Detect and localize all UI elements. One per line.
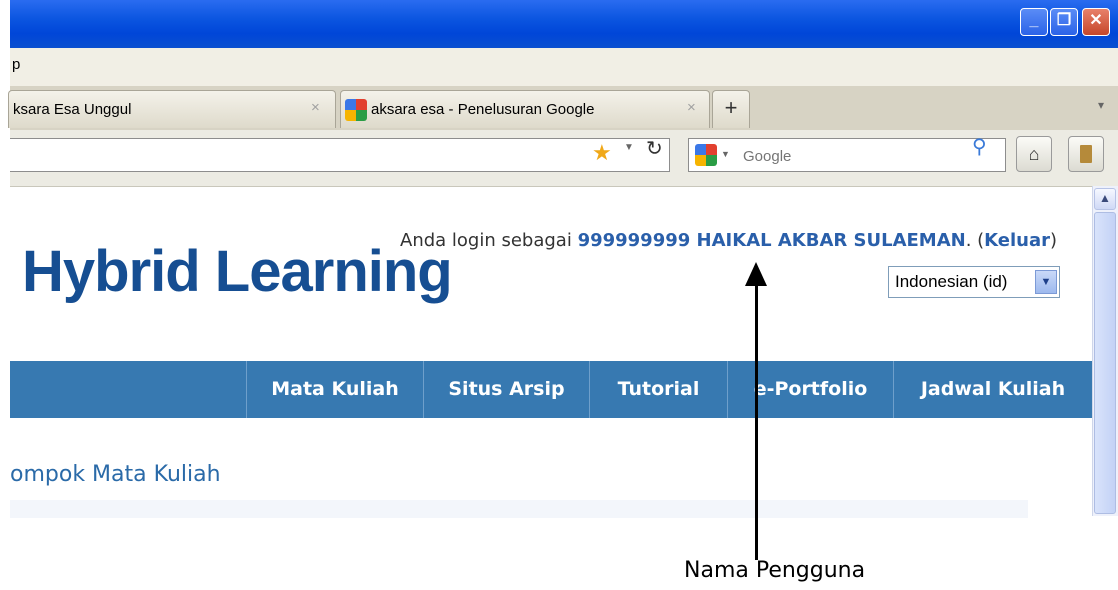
bookmark-icon [1080, 145, 1092, 163]
login-middle: . ( [965, 230, 985, 251]
content-area [10, 500, 1028, 518]
user-name-link[interactable]: 999999999 HAIKAL AKBAR SULAEMAN [578, 230, 966, 251]
close-icon: ✕ [1089, 12, 1103, 29]
search-bar: ▼ [688, 138, 1006, 172]
language-selected-value: Indonesian (id) [895, 272, 1008, 291]
search-input[interactable] [741, 145, 945, 167]
chevron-down-icon[interactable]: ▼ [624, 142, 634, 153]
menu-item-help[interactable]: p [12, 56, 20, 73]
tab-bar: ksara Esa Unggul × aksara esa - Penelusu… [8, 86, 1118, 131]
tab-label: aksara esa - Penelusuran Google [371, 101, 595, 118]
login-suffix: ) [1050, 230, 1058, 251]
scroll-up-button[interactable]: ▲ [1094, 188, 1116, 210]
bookmarks-button[interactable] [1068, 136, 1104, 172]
tab-google-search[interactable]: aksara esa - Penelusuran Google × [340, 90, 710, 128]
window-titlebar: _ ❐ ✕ [10, 0, 1118, 48]
plus-icon: + [724, 95, 738, 120]
tab-esa-unggul[interactable]: ksara Esa Unggul × [8, 90, 336, 128]
tab-list-arrow-icon[interactable]: ▾ [1098, 98, 1104, 112]
nav-item-e-portfolio[interactable]: e-Portfolio [727, 361, 893, 418]
reload-icon[interactable]: ↻ [646, 136, 663, 161]
tab-close-icon[interactable]: × [311, 99, 320, 116]
url-bar[interactable] [10, 138, 670, 172]
annotation-arrow [755, 282, 758, 560]
home-button[interactable]: ⌂ [1016, 136, 1052, 172]
google-icon [345, 99, 367, 121]
engine-dropdown-icon[interactable]: ▼ [721, 149, 730, 159]
restore-button[interactable]: ❐ [1050, 8, 1078, 36]
main-navigation: Mata Kuliah Situs Arsip Tutorial e-Portf… [10, 361, 1092, 418]
scrollbar-thumb[interactable] [1094, 212, 1116, 514]
menu-bar: p [10, 48, 1118, 86]
tab-close-icon[interactable]: × [687, 99, 696, 116]
new-tab-button[interactable]: + [712, 90, 750, 128]
chevron-up-icon: ▲ [1099, 191, 1111, 205]
google-engine-icon[interactable] [695, 144, 717, 166]
site-title: Hybrid Learning [22, 239, 453, 304]
nav-item-tutorial[interactable]: Tutorial [589, 361, 727, 418]
language-select[interactable]: Indonesian (id) ▼ [888, 266, 1060, 298]
home-icon: ⌂ [1028, 144, 1040, 164]
nav-item-mata-kuliah[interactable]: Mata Kuliah [246, 361, 423, 418]
nav-item-situs-arsip[interactable]: Situs Arsip [423, 361, 589, 418]
logout-link[interactable]: Keluar [984, 230, 1050, 251]
minimize-button[interactable]: _ [1020, 8, 1048, 36]
magnify-icon[interactable]: ⚲ [972, 134, 987, 159]
restore-icon: ❐ [1056, 12, 1072, 29]
minimize-icon: _ [1029, 12, 1039, 29]
star-icon[interactable]: ★ [592, 140, 612, 166]
section-heading: ompok Mata Kuliah [10, 462, 221, 487]
nav-item-jadwal-kuliah[interactable]: Jadwal Kuliah [893, 361, 1092, 418]
tab-label: ksara Esa Unggul [13, 101, 132, 118]
close-button[interactable]: ✕ [1082, 8, 1110, 36]
login-info: Anda login sebagai 999999999 HAIKAL AKBA… [400, 230, 1057, 251]
annotation-label: Nama Pengguna [684, 558, 866, 583]
chevron-down-icon: ▼ [1035, 270, 1057, 294]
navigation-toolbar: ★ ▼ ↻ ▼ ⚲ ⌂ [10, 130, 1118, 187]
